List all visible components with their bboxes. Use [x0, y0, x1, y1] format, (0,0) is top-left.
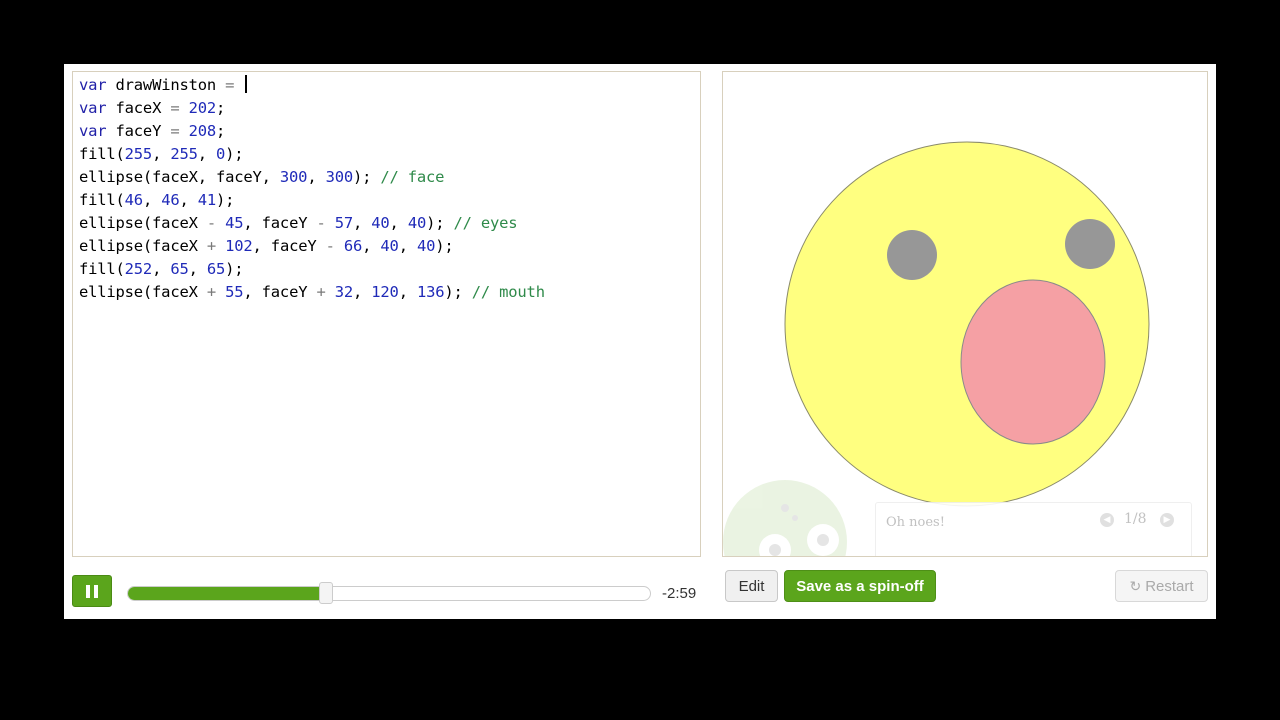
code-line[interactable]: fill(46, 46, 41);: [79, 189, 234, 212]
code-line[interactable]: var faceY = 208;: [79, 120, 225, 143]
pause-icon: [86, 584, 90, 598]
edit-button[interactable]: Edit: [725, 570, 778, 602]
code-line[interactable]: fill(255, 255, 0);: [79, 143, 244, 166]
error-count: 1/8: [1124, 511, 1147, 527]
winston-watermark-icon: [723, 480, 847, 556]
refresh-icon: ↻: [1129, 577, 1142, 594]
restart-label: Restart: [1145, 577, 1194, 595]
error-tooltip[interactable]: Oh noes! ◀ 1/8 ▶: [875, 502, 1192, 556]
error-title: Oh noes!: [886, 515, 945, 530]
scrubber-handle[interactable]: [319, 582, 334, 604]
prev-error-icon[interactable]: ◀: [1100, 513, 1114, 527]
code-line[interactable]: ellipse(faceX - 45, faceY - 57, 40, 40);…: [79, 212, 518, 235]
drawing: [723, 141, 1150, 556]
restart-button[interactable]: ↻ Restart: [1115, 570, 1208, 602]
left-eye-ellipse: [887, 230, 937, 280]
output-canvas: Oh noes! ◀ 1/8 ▶: [722, 71, 1208, 557]
playback-scrubber[interactable]: [127, 586, 651, 601]
text-cursor: [245, 75, 248, 93]
code-line[interactable]: ellipse(faceX, faceY, 300, 300); // face: [79, 166, 445, 189]
code-line[interactable]: var drawWinston =: [79, 74, 248, 97]
code-line[interactable]: fill(252, 65, 65);: [79, 258, 244, 281]
save-spinoff-button[interactable]: Save as a spin-off: [784, 570, 936, 602]
right-eye-ellipse: [1065, 219, 1115, 269]
next-error-icon[interactable]: ▶: [1160, 513, 1174, 527]
app-frame: var drawWinston = var faceX = 202; var fa…: [64, 64, 1216, 619]
code-line[interactable]: ellipse(faceX + 55, faceY + 32, 120, 136…: [79, 281, 545, 304]
code-line[interactable]: ellipse(faceX + 102, faceY - 66, 40, 40)…: [79, 235, 454, 258]
playback-progress: [128, 587, 328, 600]
pause-button[interactable]: [72, 575, 112, 607]
pause-icon-bar: [94, 584, 98, 598]
code-line[interactable]: var faceX = 202;: [79, 97, 225, 120]
time-remaining: -2:59: [662, 585, 697, 602]
mouth-ellipse: [960, 279, 1106, 445]
code-editor[interactable]: var drawWinston = var faceX = 202; var fa…: [72, 71, 701, 557]
